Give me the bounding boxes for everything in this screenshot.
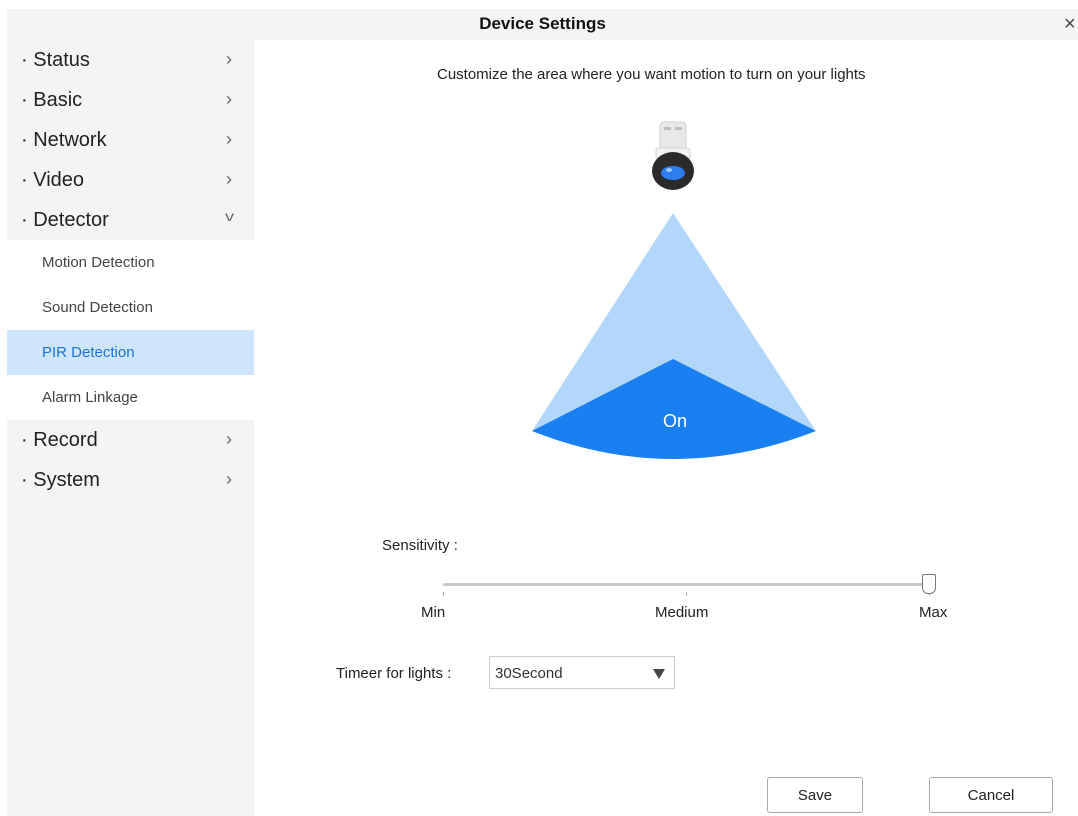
sidebar-item-label: · System — [21, 469, 100, 491]
title-bar: Device Settings × — [7, 9, 1078, 40]
sensitivity-max-label: Max — [919, 604, 948, 621]
save-button[interactable]: Save — [767, 777, 863, 813]
sidebar-item-network[interactable]: · Network › — [7, 120, 254, 160]
chevron-right-icon: › — [226, 89, 232, 109]
sidebar-subitem-label: Motion Detection — [42, 254, 155, 271]
sidebar-subitem-label: Sound Detection — [42, 299, 153, 316]
timer-select[interactable]: 30Second — [489, 656, 675, 689]
chevron-right-icon: › — [226, 129, 232, 149]
close-icon[interactable]: × — [1064, 12, 1078, 36]
sidebar-item-system[interactable]: · System › — [7, 460, 254, 500]
sidebar-item-label: · Network — [21, 129, 107, 151]
sidebar-subitem-alarm-linkage[interactable]: Alarm Linkage — [7, 375, 254, 420]
sensitivity-medium-label: Medium — [655, 604, 709, 621]
sidebar-subitem-sound-detection[interactable]: Sound Detection — [7, 285, 254, 330]
sidebar-item-label: · Record — [21, 429, 98, 451]
sidebar-item-label: · Basic — [21, 89, 83, 111]
window-title: Device Settings — [479, 14, 606, 33]
camera-icon — [652, 121, 694, 190]
chevron-right-icon: › — [226, 49, 232, 69]
instruction-text: Customize the area where you want motion… — [437, 66, 866, 83]
chevron-right-icon: › — [226, 169, 232, 189]
detection-zone[interactable] — [530, 205, 820, 465]
chevron-right-icon: › — [226, 469, 232, 489]
chevron-down-icon: v — [224, 208, 235, 224]
sensitivity-label: Sensitivity : — [382, 537, 458, 554]
sensitivity-slider[interactable] — [443, 583, 930, 586]
slider-tick-medium — [686, 592, 687, 596]
sidebar-item-status[interactable]: · Status › — [7, 40, 254, 80]
sidebar-item-label: · Detector — [21, 209, 109, 231]
timer-select-value: 30Second — [495, 665, 563, 682]
slider-tick-min — [443, 592, 444, 596]
sidebar-subitem-label: PIR Detection — [42, 344, 135, 361]
sensitivity-slider-handle[interactable] — [922, 574, 936, 594]
chevron-right-icon: › — [226, 429, 232, 449]
sidebar-item-label: · Status — [21, 49, 90, 71]
sidebar-item-detector[interactable]: · Detector v — [7, 200, 254, 240]
sidebar-subitem-pir-detection[interactable]: PIR Detection — [7, 330, 254, 375]
timer-label: Timeer for lights : — [336, 665, 452, 682]
sidebar-subitem-label: Alarm Linkage — [42, 389, 138, 406]
sidebar-item-label: · Video — [21, 169, 85, 191]
sidebar: · Status › · Basic › · Network › · Video… — [7, 40, 254, 816]
sidebar-item-video[interactable]: · Video › — [7, 160, 254, 200]
sidebar-item-basic[interactable]: · Basic › — [7, 80, 254, 120]
dropdown-arrow-icon — [653, 669, 665, 679]
sidebar-subitem-motion-detection[interactable]: Motion Detection — [7, 240, 254, 285]
cancel-button[interactable]: Cancel — [929, 777, 1053, 813]
sidebar-item-record[interactable]: · Record › — [7, 420, 254, 460]
sensitivity-min-label: Min — [421, 604, 446, 621]
